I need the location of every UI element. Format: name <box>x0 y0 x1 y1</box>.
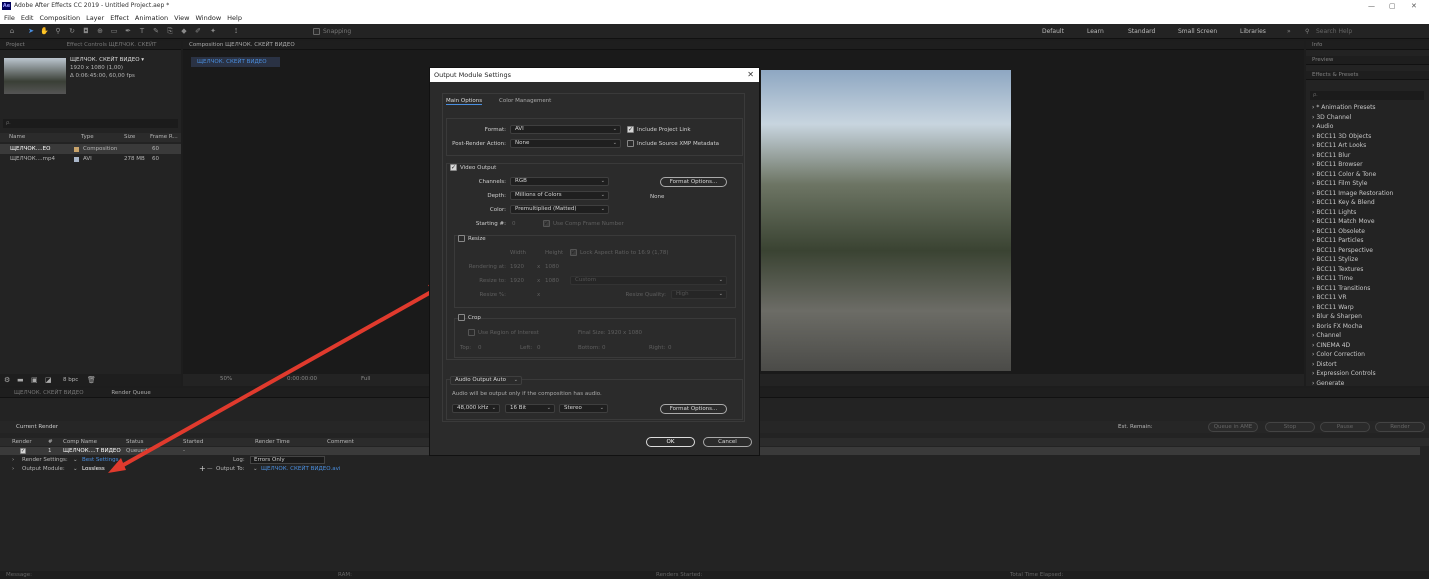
tab-main-options[interactable]: Main Options <box>446 98 483 105</box>
resize-preset-value: Custom <box>575 277 597 283</box>
resize-width[interactable]: 1920 <box>510 278 524 284</box>
starting-value[interactable]: 0 <box>512 221 516 227</box>
resize-quality-label: Resize Quality: <box>625 292 666 298</box>
chevron-down-icon: ⌄ <box>718 291 723 297</box>
annotation-arrowhead-bottom <box>108 458 126 473</box>
post-render-value: None <box>515 140 530 146</box>
format-label: Format: <box>484 127 506 133</box>
resize-quality-dropdown[interactable]: High ⌄ <box>671 290 727 299</box>
include-xmp-checkbox[interactable] <box>627 140 634 147</box>
dialog-title-bar: Output Module Settings ✕ <box>430 68 759 82</box>
use-roi-label: Use Region of Interest <box>478 330 539 336</box>
audio-format-options-button[interactable]: Format Options... <box>660 404 727 414</box>
use-comp-frame-label: Use Comp Frame Number <box>553 221 624 227</box>
lock-aspect-label: Lock Aspect Ratio to 16:9 (1,78) <box>580 250 669 256</box>
sample-rate-dropdown[interactable]: 48,000 kHz ⌄ <box>452 404 500 413</box>
chevron-down-icon: ⌄ <box>513 377 518 383</box>
height-label: Height <box>545 250 564 256</box>
video-output-checkbox[interactable]: ✓ <box>450 164 457 171</box>
channels-dropdown[interactable]: RGB ⌄ <box>510 177 609 186</box>
channels-label: Channels: <box>478 179 506 185</box>
resize-preset-dropdown[interactable]: Custom ⌄ <box>570 276 727 285</box>
cancel-button[interactable]: Cancel <box>703 437 752 447</box>
include-project-link-checkbox[interactable]: ✓ <box>627 126 634 133</box>
color-label: Color: <box>489 207 506 213</box>
crop-top-value[interactable]: 0 <box>478 345 482 351</box>
resize-to-label: Resize to: <box>479 278 506 284</box>
chevron-down-icon: ⌄ <box>546 405 551 411</box>
include-project-link-label: Include Project Link <box>637 127 691 133</box>
use-roi-checkbox[interactable] <box>468 329 475 336</box>
video-output-label: Video Output <box>460 165 497 171</box>
chevron-down-icon: ⌄ <box>599 405 604 411</box>
resize-quality-value: High <box>676 291 689 297</box>
chevron-down-icon: ⌄ <box>600 178 605 184</box>
crop-right-value[interactable]: 0 <box>668 345 672 351</box>
bit-depth-value: 16 Bit <box>510 405 527 411</box>
bit-depth-dropdown[interactable]: 16 Bit ⌄ <box>505 404 555 413</box>
resize-pct-label: Resize %: <box>479 292 506 298</box>
crop-left-value[interactable]: 0 <box>537 345 541 351</box>
crop-right-label: Right: <box>649 345 666 351</box>
rendering-x: x <box>537 264 541 270</box>
format-none-label: None <box>650 194 665 200</box>
width-label: Width <box>510 250 526 256</box>
audio-output-dropdown[interactable]: Audio Output Auto ⌄ <box>450 376 522 385</box>
rendering-width: 1920 <box>510 264 524 270</box>
crop-bottom-value[interactable]: 0 <box>602 345 606 351</box>
crop-left-label: Left: <box>520 345 533 351</box>
tab-color-management[interactable]: Color Management <box>499 98 551 104</box>
resize-label: Resize <box>468 236 486 242</box>
use-comp-frame-checkbox[interactable]: ✓ <box>543 220 550 227</box>
post-render-dropdown[interactable]: None ⌄ <box>510 139 621 148</box>
chevron-down-icon: ⌄ <box>491 405 496 411</box>
sample-rate-value: 48,000 kHz <box>457 405 489 411</box>
resize-height[interactable]: 1080 <box>545 278 559 284</box>
resize-checkbox[interactable] <box>458 235 465 242</box>
format-group <box>446 118 743 156</box>
color-value: Premultiplied (Matted) <box>515 206 577 212</box>
crop-bottom-label: Bottom: <box>578 345 601 351</box>
depth-label: Depth: <box>487 193 506 199</box>
resize-pct-x: x <box>537 292 541 298</box>
rendering-at-label: Rendering at: <box>468 264 506 270</box>
resize-x: x <box>537 278 541 284</box>
chevron-down-icon: ⌄ <box>600 206 605 212</box>
crop-group <box>454 318 736 358</box>
format-dropdown[interactable]: AVI ⌄ <box>510 125 621 134</box>
crop-label: Crop <box>468 315 481 321</box>
depth-dropdown[interactable]: Millions of Colors ⌄ <box>510 191 609 200</box>
rendering-height: 1080 <box>545 264 559 270</box>
final-size-label: Final Size: 1920 x 1080 <box>578 330 643 336</box>
post-render-label: Post-Render Action: <box>452 141 506 147</box>
lock-aspect-checkbox[interactable]: ✓ <box>570 249 577 256</box>
dialog-close-icon[interactable]: ✕ <box>747 68 754 82</box>
output-module-settings-dialog: Output Module Settings ✕ Main Options Co… <box>429 67 760 456</box>
ok-button[interactable]: OK <box>646 437 695 447</box>
starting-label: Starting #: <box>475 221 506 227</box>
audio-output-value: Audio Output Auto <box>455 377 507 383</box>
annotation-arrow-shaft <box>117 285 441 470</box>
format-value: AVI <box>515 126 524 132</box>
video-format-options-button[interactable]: Format Options... <box>660 177 727 187</box>
channels-audio-dropdown[interactable]: Stereo ⌄ <box>559 404 608 413</box>
color-dropdown[interactable]: Premultiplied (Matted) ⌄ <box>510 205 609 214</box>
channels-value: RGB <box>515 178 527 184</box>
audio-note: Audio will be output only if the composi… <box>452 391 602 397</box>
depth-value: Millions of Colors <box>515 192 562 198</box>
audio-channels-value: Stereo <box>564 405 582 411</box>
chevron-down-icon: ⌄ <box>612 140 617 146</box>
crop-top-label: Top: <box>460 345 472 351</box>
chevron-down-icon: ⌄ <box>600 192 605 198</box>
dialog-title: Output Module Settings <box>434 71 512 79</box>
chevron-down-icon: ⌄ <box>612 126 617 132</box>
chevron-down-icon: ⌄ <box>718 277 723 283</box>
include-xmp-label: Include Source XMP Metadata <box>637 141 720 147</box>
crop-checkbox[interactable] <box>458 314 465 321</box>
